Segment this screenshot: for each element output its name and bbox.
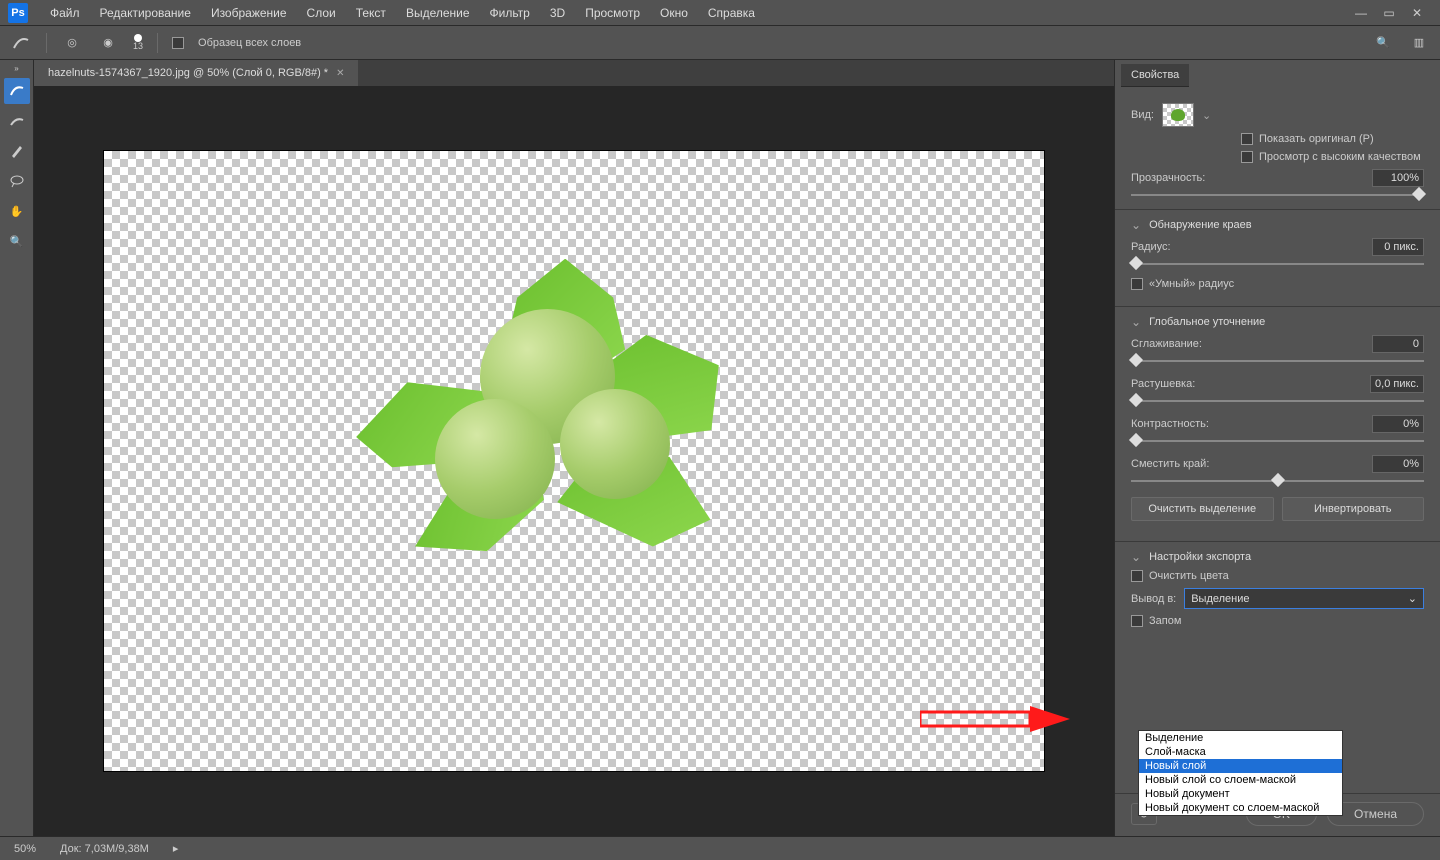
brush-size-value: 13 [133,42,143,51]
output-to-value: Выделение [1191,593,1249,605]
maximize-icon[interactable]: ▭ [1382,6,1396,20]
toolbar-expand-icon[interactable]: » [11,62,23,74]
shift-edge-value[interactable]: 0% [1372,455,1424,473]
workspace-switch-icon[interactable]: ▥ [1408,32,1430,54]
menu-select[interactable]: Выделение [396,2,480,24]
chevron-down-icon: ⌄ [1408,592,1417,605]
radius-label: Радиус: [1131,241,1171,253]
output-dropdown[interactable]: Выделение Слой-маска Новый слой Новый сл… [1138,730,1343,816]
show-original-checkbox[interactable]: Показать оригинал (P) [1241,133,1374,145]
window-controls: — ▭ ✕ [1354,6,1432,20]
remember-label: Запом [1149,615,1181,627]
document-tab[interactable]: hazelnuts-1574367_1920.jpg @ 50% (Слой 0… [34,60,358,86]
output-to-label: Вывод в: [1131,593,1176,605]
shift-edge-slider[interactable] [1131,475,1424,487]
properties-tab[interactable]: Свойства [1121,64,1189,87]
smart-radius-label: «Умный» радиус [1149,278,1234,290]
sample-all-layers-checkbox[interactable]: Образец всех слоев [172,37,301,49]
menu-filter[interactable]: Фильтр [480,2,540,24]
dropdown-option[interactable]: Новый документ со слоем-маской [1139,801,1342,815]
feather-slider[interactable] [1131,395,1424,407]
zoom-tool[interactable]: 🔍 [4,228,30,254]
high-quality-label: Просмотр с высоким качеством [1259,151,1421,163]
menu-bar: Ps Файл Редактирование Изображение Слои … [0,0,1440,26]
dropdown-option[interactable]: Выделение [1139,731,1342,745]
brush-size-picker[interactable]: 13 [133,34,143,51]
dropdown-option[interactable]: Новый слой со слоем-маской [1139,773,1342,787]
smooth-label: Сглаживание: [1131,338,1202,350]
menu-help[interactable]: Справка [698,2,765,24]
tools-panel: » ✋ 🔍 [0,60,34,836]
tab-title: hazelnuts-1574367_1920.jpg @ 50% (Слой 0… [48,67,328,79]
refine-brush-tool[interactable] [4,108,30,134]
dropdown-option[interactable]: Слой-маска [1139,745,1342,759]
lasso-tool[interactable] [4,168,30,194]
view-label: Вид: [1131,109,1154,121]
options-bar: ◎ ◉ 13 Образец всех слоев 🔍 ▥ [0,26,1440,60]
feather-label: Растушевка: [1131,378,1195,390]
search-icon[interactable]: 🔍 [1372,32,1394,54]
chevron-down-icon[interactable]: ⌄ [1202,109,1211,122]
smart-radius-checkbox[interactable]: «Умный» радиус [1131,278,1234,290]
checkbox-icon [172,37,184,49]
radius-slider[interactable] [1131,258,1424,270]
canvas[interactable] [104,151,1044,771]
hand-tool[interactable]: ✋ [4,198,30,224]
properties-body: Вид: ⌄ Показать оригинал (P) Просмотр с … [1115,87,1440,793]
smooth-slider[interactable] [1131,355,1424,367]
brush-tool[interactable] [4,138,30,164]
sample-all-label: Образец всех слоев [198,37,301,49]
menu-edit[interactable]: Редактирование [90,2,201,24]
menu-layer[interactable]: Слои [297,2,346,24]
tool-preset-icon[interactable] [10,32,32,54]
radius-value[interactable]: 0 пикс. [1372,238,1424,256]
decontaminate-checkbox[interactable]: Очистить цвета [1131,570,1229,582]
target-sub-icon[interactable]: ◉ [97,32,119,54]
opacity-label: Прозрачность: [1131,172,1205,184]
invert-button[interactable]: Инвертировать [1282,497,1425,521]
shift-edge-label: Сместить край: [1131,458,1209,470]
decontaminate-label: Очистить цвета [1149,570,1229,582]
contrast-label: Контрастность: [1131,418,1209,430]
smooth-value[interactable]: 0 [1372,335,1424,353]
opacity-value[interactable]: 100% [1372,169,1424,187]
menu-view[interactable]: Просмотр [575,2,650,24]
clear-selection-button[interactable]: Очистить выделение [1131,497,1274,521]
high-quality-checkbox[interactable]: Просмотр с высоким качеством [1241,151,1421,163]
tab-close-icon[interactable]: ✕ [336,68,344,79]
opacity-slider[interactable] [1131,189,1424,201]
menu-file[interactable]: Файл [40,2,90,24]
minimize-icon[interactable]: — [1354,6,1368,20]
app-logo-icon: Ps [8,3,28,23]
edge-detection-header[interactable]: Обнаружение краев [1131,218,1424,232]
output-to-select[interactable]: Выделение ⌄ [1184,588,1424,609]
close-icon[interactable]: ✕ [1410,6,1424,20]
view-mode-thumb[interactable] [1162,103,1194,127]
remember-settings-checkbox[interactable]: Запом [1131,615,1181,627]
menu-3d[interactable]: 3D [540,2,575,24]
dropdown-option-selected[interactable]: Новый слой [1139,759,1342,773]
target-add-icon[interactable]: ◎ [61,32,83,54]
quick-select-tool[interactable] [4,78,30,104]
contrast-slider[interactable] [1131,435,1424,447]
menu-text[interactable]: Текст [346,2,396,24]
dropdown-option[interactable]: Новый документ [1139,787,1342,801]
canvas-image-content [365,269,745,629]
status-chevron-icon[interactable]: ▸ [173,842,179,855]
menu-window[interactable]: Окно [650,2,698,24]
contrast-value[interactable]: 0% [1372,415,1424,433]
export-settings-header[interactable]: Настройки экспорта [1131,550,1424,564]
document-tabs: hazelnuts-1574367_1920.jpg @ 50% (Слой 0… [34,60,1114,86]
properties-panel: Свойства Вид: ⌄ Показать оригинал (P) Пр… [1114,60,1440,836]
feather-value[interactable]: 0,0 пикс. [1370,375,1424,393]
menu-image[interactable]: Изображение [201,2,297,24]
annotation-arrow-icon [920,706,1120,736]
global-refine-header[interactable]: Глобальное уточнение [1131,315,1424,329]
show-original-label: Показать оригинал (P) [1259,133,1374,145]
status-bar: 50% Док: 7,03M/9,38M ▸ [0,836,1440,860]
zoom-level[interactable]: 50% [14,843,36,855]
doc-size: Док: 7,03M/9,38M [60,843,149,855]
